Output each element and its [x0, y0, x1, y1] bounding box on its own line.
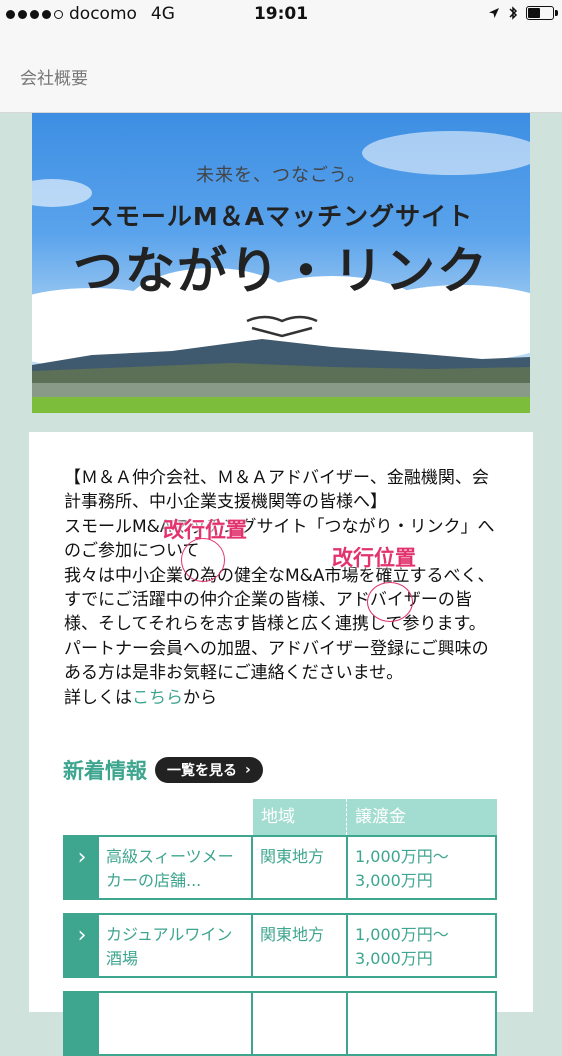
annotation-label-2: 改行位置	[332, 546, 416, 570]
intro-heading: 【Ｍ＆Ａ仲介会社、Ｍ＆Ａアドバイザー、金融機関、会計事務所、中小企業支援機関等の…	[64, 468, 489, 513]
intro-more: 詳しくはこちらから	[64, 686, 504, 710]
more-prefix: 詳しくは	[64, 687, 132, 708]
chevron-right-icon: ›	[65, 837, 99, 898]
listing-name: 高級スィーツメーカーの店舗...	[99, 837, 253, 898]
listing-name	[99, 993, 253, 1054]
status-bar-right	[488, 5, 558, 21]
listing-price	[348, 993, 495, 1054]
listing-name: カジュアルワイン酒場	[99, 915, 253, 976]
annotation-circle-2	[367, 582, 413, 622]
intro-text: 【Ｍ＆Ａ仲介会社、Ｍ＆Ａアドバイザー、金融機関、会計事務所、中小企業支援機関等の…	[64, 466, 504, 710]
see-all-label: 一覧を見る	[167, 763, 237, 779]
listing-region: 関東地方	[253, 915, 348, 976]
listing-price: 1,000万円〜3,000万円	[355, 925, 449, 968]
table-row[interactable]: › カジュアルワイン酒場 関東地方 1,000万円〜3,000万円	[63, 913, 497, 978]
page-title: 会社概要	[20, 69, 88, 89]
listing-region	[253, 993, 348, 1054]
intro-invitation: パートナー会員への加盟、アドバイザー登録にご興味のある方は是非お気軽にご連絡くだ…	[64, 638, 489, 684]
bluetooth-icon	[509, 6, 518, 20]
banner-brand-name: つながり・リンク	[73, 242, 489, 300]
listing-table-header: 地域 譲渡金	[253, 799, 497, 835]
clock: 19:01	[253, 4, 309, 24]
table-row[interactable]	[63, 991, 497, 1056]
here-link[interactable]: こちら	[132, 688, 183, 708]
column-region: 地域	[253, 799, 347, 835]
table-row[interactable]: › 高級スィーツメーカーの店舗... 関東地方 1,000万円〜3,000万円	[63, 835, 497, 900]
intro-mission: 我々は中小企業の為の健全なM&A市場を確立するべく、すでにご活躍中の仲介企業の皆…	[64, 565, 495, 635]
hero-banner: 未来を、つなごう。 スモールM＆Aマッチングサイト つながり・リンク	[32, 113, 530, 413]
listing-price: 1,000万円〜3,000万円	[355, 847, 449, 890]
content-card: 【Ｍ＆Ａ仲介会社、Ｍ＆Ａアドバイザー、金融機関、会計事務所、中小企業支援機関等の…	[29, 432, 533, 1056]
page-header: 会社概要	[0, 28, 562, 113]
banner-subtitle: スモールM＆Aマッチングサイト	[88, 202, 474, 231]
chevron-right-icon: ›	[245, 762, 251, 778]
news-title: 新着情報	[63, 759, 147, 783]
column-price: 譲渡金	[347, 799, 497, 835]
chevron-right-icon: ›	[65, 915, 99, 976]
annotation-circle-1	[181, 538, 225, 582]
battery-icon	[526, 6, 558, 20]
status-bar: docomo 4G 19:01	[0, 0, 562, 28]
chevron-right-icon	[65, 993, 99, 1054]
see-all-button[interactable]: 一覧を見る ›	[155, 757, 263, 783]
banner-tagline: 未来を、つなごう。	[196, 165, 366, 186]
news-header: 新着情報 一覧を見る ›	[63, 755, 263, 785]
listing-region: 関東地方	[253, 837, 348, 898]
location-arrow-icon	[489, 8, 499, 18]
intro-participation: スモールM&Aマッチングサイト「つながり・リンク」へのご参加について	[64, 516, 495, 562]
more-suffix: から	[183, 687, 217, 708]
